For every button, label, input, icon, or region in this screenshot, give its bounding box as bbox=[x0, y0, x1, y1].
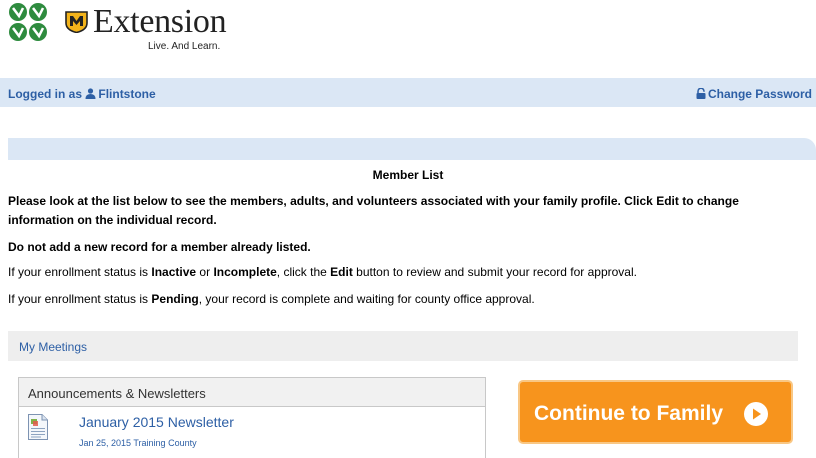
university-shield-logo bbox=[65, 11, 88, 34]
my-meetings-bar: My Meetings bbox=[8, 331, 798, 361]
newsletter-link[interactable]: January 2015 Newsletter bbox=[79, 414, 234, 430]
tagline: Live. And Learn. bbox=[148, 41, 221, 52]
user-icon bbox=[85, 88, 96, 102]
intro-text-a: Please look at the list below to see the… bbox=[8, 194, 657, 208]
status1-text-c: button to review and submit your record … bbox=[352, 265, 637, 279]
status2-text-b: , your record is complete and waiting fo… bbox=[198, 292, 535, 306]
status-incomplete-word: Incomplete bbox=[213, 265, 277, 279]
status-pending-instructions: If your enrollment status is Pending, yo… bbox=[8, 290, 808, 309]
four-h-clover-logo bbox=[6, 0, 50, 46]
my-meetings-link[interactable]: My Meetings bbox=[19, 340, 87, 354]
announcements-heading: Announcements & Newsletters bbox=[19, 378, 485, 407]
status-pending-word: Pending bbox=[151, 292, 199, 306]
lock-icon bbox=[696, 87, 706, 102]
intro-edit-word: Edit bbox=[656, 194, 679, 208]
extension-wordmark: Extension bbox=[93, 3, 227, 40]
member-list-intro: Please look at the list below to see the… bbox=[8, 192, 808, 230]
status2-text-a: If your enrollment status is bbox=[8, 292, 152, 306]
newsletter-meta: Jan 25, 2015 Training County bbox=[79, 438, 197, 448]
status1-text-b: , click the bbox=[276, 265, 331, 279]
status-inactive-word: Inactive bbox=[151, 265, 197, 279]
list-item[interactable]: January 2015 Newsletter Jan 25, 2015 Tra… bbox=[19, 408, 485, 456]
continue-to-family-label[interactable]: Continue to Family bbox=[534, 402, 723, 426]
status1-text-or: or bbox=[196, 265, 214, 279]
change-password-label[interactable]: Change Password bbox=[708, 87, 812, 101]
no-duplicate-warning: Do not add a new record for a member alr… bbox=[8, 240, 311, 254]
member-list-title: Member List bbox=[372, 168, 444, 182]
change-password-link[interactable]: Change Password bbox=[696, 87, 812, 102]
status1-text-a: If your enrollment status is bbox=[8, 265, 152, 279]
login-bar: Logged in as Flintstone Change Password bbox=[0, 78, 816, 107]
document-icon bbox=[28, 414, 48, 440]
continue-to-family-button[interactable]: Continue to Family bbox=[518, 380, 793, 444]
status-inactive-instructions: If your enrollment status is Inactive or… bbox=[8, 263, 808, 282]
arrow-circle-right-icon bbox=[744, 402, 768, 426]
section-band bbox=[8, 138, 816, 160]
status1-edit-word: Edit bbox=[330, 265, 353, 279]
announcements-panel: Announcements & Newsletters January 2015… bbox=[18, 377, 486, 458]
logged-in-status: Logged in as Flintstone bbox=[8, 87, 156, 102]
username: Flintstone bbox=[98, 87, 156, 101]
logged-in-prefix: Logged in as bbox=[8, 87, 83, 101]
